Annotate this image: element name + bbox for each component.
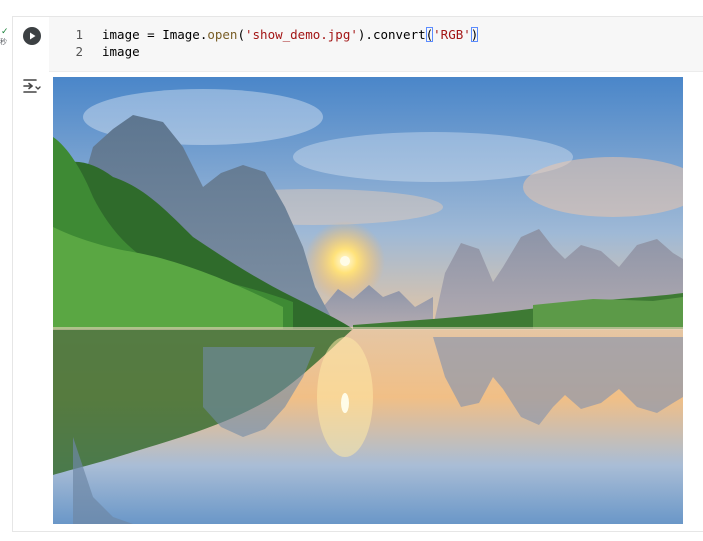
code-token-bracket: )	[470, 27, 479, 42]
code-line[interactable]: 1 image = Image.open('show_demo.jpg').con…	[49, 26, 479, 43]
code-token-string: 'RGB'	[433, 27, 471, 42]
play-icon	[30, 32, 36, 40]
output-gutter	[13, 71, 49, 531]
line-number: 1	[75, 27, 83, 42]
checkmark-icon: ✓	[1, 27, 9, 37]
run-cell-button[interactable]	[23, 27, 41, 45]
code-line[interactable]: 2 image	[49, 43, 140, 60]
execution-status: ✓ 秒	[0, 28, 12, 52]
output-toggle-icon[interactable]	[21, 77, 41, 95]
line-number: 2	[75, 44, 83, 59]
cell-output-image	[53, 77, 683, 524]
code-token-function: open	[207, 27, 238, 42]
code-token: ).convert	[357, 27, 426, 42]
code-cell[interactable]: 1 image = Image.open('show_demo.jpg').con…	[12, 16, 703, 532]
code-token: image = Image.	[102, 27, 208, 42]
code-token-paren: (	[237, 27, 245, 42]
code-editor[interactable]: 1 image = Image.open('show_demo.jpg').con…	[49, 17, 703, 72]
code-token: image	[102, 44, 140, 59]
execution-duration: 秒	[0, 38, 7, 46]
code-token-string: 'show_demo.jpg'	[245, 27, 358, 42]
landscape-image	[53, 77, 683, 524]
